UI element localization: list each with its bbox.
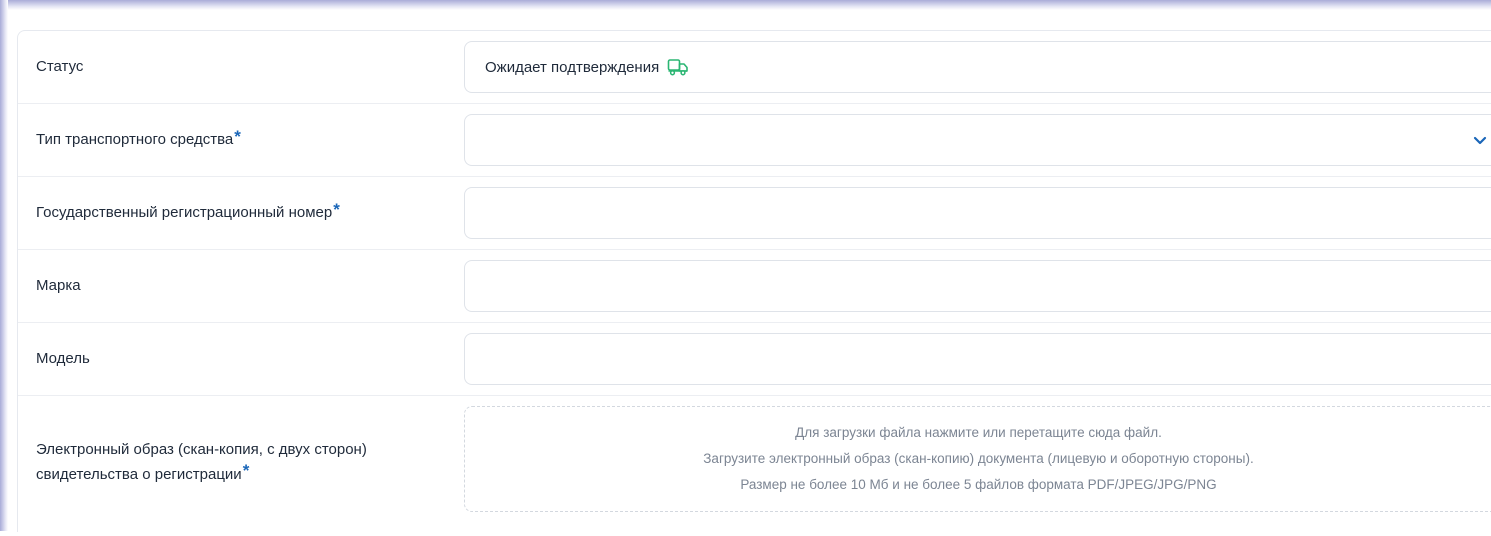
brand-label-text: Марка xyxy=(36,277,81,294)
reg-number-input[interactable] xyxy=(464,187,1491,239)
certificate-row: Электронный образ (скан-копия, с двух ст… xyxy=(18,396,1491,536)
vehicle-type-row: Тип транспортного средства * xyxy=(18,104,1491,177)
status-value: Ожидает подтверждения xyxy=(485,58,660,76)
certificate-label: Электронный образ (скан-копия, с двух ст… xyxy=(36,388,436,536)
left-shadow xyxy=(0,0,8,531)
model-row: Модель xyxy=(18,323,1491,396)
vehicle-type-label-text: Тип транспортного средства xyxy=(36,131,234,148)
upload-instruction: Для загрузки файла нажмите или перетащит… xyxy=(795,425,1162,440)
vehicle-type-select[interactable] xyxy=(464,114,1491,166)
reg-number-label-text: Государственный регистрационный номер xyxy=(36,204,333,221)
certificate-label-line2: свидетельства о регистрации xyxy=(36,465,242,483)
model-input[interactable] xyxy=(464,333,1491,385)
status-label-text: Статус xyxy=(36,58,84,75)
certificate-label-line1: Электронный образ (скан-копия, с двух ст… xyxy=(36,440,367,458)
file-upload-dropzone[interactable]: Для загрузки файла нажмите или перетащит… xyxy=(464,406,1491,512)
model-label: Модель xyxy=(36,323,436,395)
model-label-text: Модель xyxy=(36,350,90,367)
truck-icon xyxy=(667,58,689,76)
reg-number-row: Государственный регистрационный номер * xyxy=(18,177,1491,250)
required-asterisk: * xyxy=(234,127,241,146)
vehicle-form-card: Статус Ожидает подтверждения Тип транспо… xyxy=(17,30,1491,532)
status-label: Статус xyxy=(36,31,436,103)
brand-row: Марка xyxy=(18,250,1491,323)
brand-input[interactable] xyxy=(464,260,1491,312)
upload-description: Загрузите электронный образ (скан-копию)… xyxy=(703,451,1254,466)
required-asterisk: * xyxy=(242,460,250,480)
reg-number-label: Государственный регистрационный номер * xyxy=(36,177,436,249)
top-shadow xyxy=(0,0,1491,10)
upload-limits: Размер не более 10 Мб и не более 5 файло… xyxy=(740,477,1217,492)
vehicle-type-label: Тип транспортного средства * xyxy=(36,104,436,176)
certificate-label-line2-wrap: свидетельства о регистрации* xyxy=(36,460,250,487)
status-field: Ожидает подтверждения xyxy=(464,41,1491,93)
status-row: Статус Ожидает подтверждения xyxy=(18,31,1491,104)
required-asterisk: * xyxy=(333,200,340,219)
brand-label: Марка xyxy=(36,250,436,322)
chevron-down-icon[interactable] xyxy=(1470,130,1490,150)
